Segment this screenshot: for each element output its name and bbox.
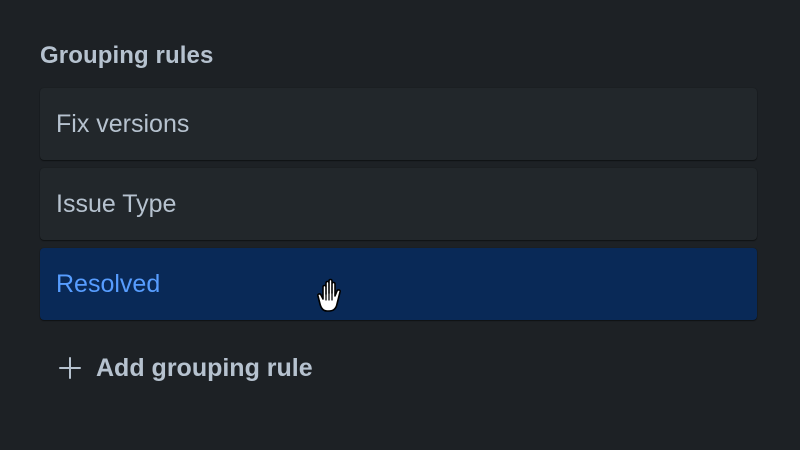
add-grouping-rule-button[interactable]: Add grouping rule xyxy=(40,344,757,392)
rule-item-resolved[interactable]: Resolved xyxy=(40,248,757,320)
grouping-rules-panel: Grouping rules Fix versions Issue Type R… xyxy=(40,38,757,392)
rule-item-label: Resolved xyxy=(56,269,161,298)
add-grouping-rule-label: Add grouping rule xyxy=(96,353,313,382)
rule-item-fix-versions[interactable]: Fix versions xyxy=(40,88,757,160)
rule-item-label: Issue Type xyxy=(56,189,177,218)
plus-icon xyxy=(58,356,82,380)
rule-list: Fix versions Issue Type Resolved xyxy=(40,88,757,320)
rule-item-label: Fix versions xyxy=(56,109,190,138)
grab-hand-cursor-icon xyxy=(317,278,341,312)
rule-item-issue-type[interactable]: Issue Type xyxy=(40,168,757,240)
section-title: Grouping rules xyxy=(40,42,214,69)
